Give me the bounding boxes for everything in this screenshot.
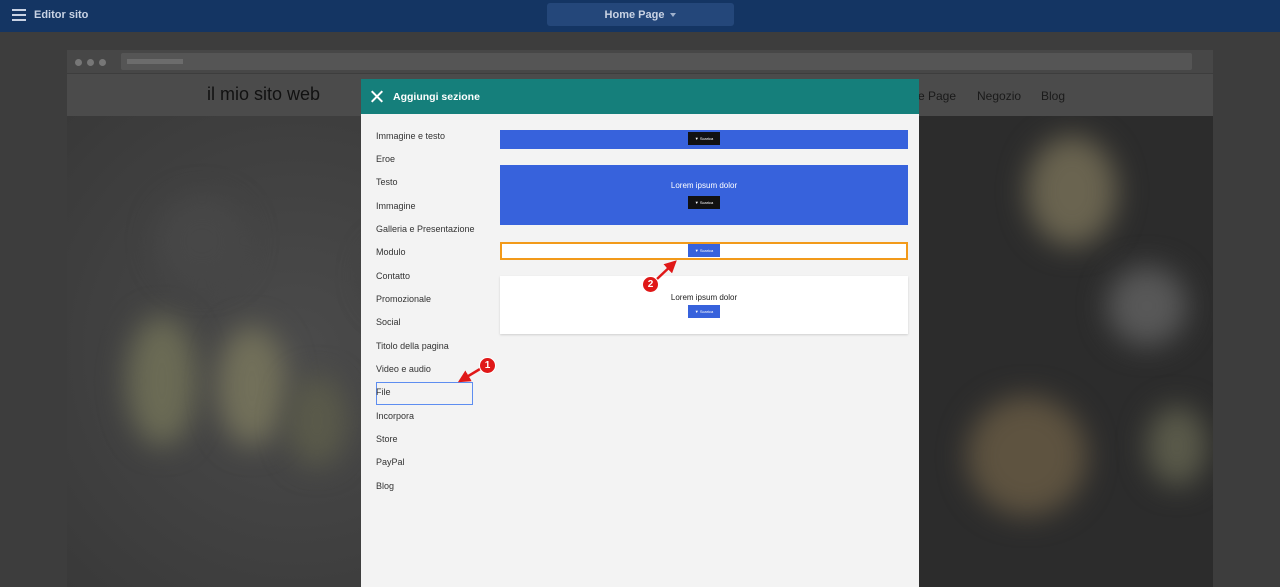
annotation-marker-1: 1 <box>479 357 496 374</box>
annotation-marker-2: 2 <box>642 276 659 293</box>
annotation-arrows <box>457 260 677 383</box>
arrow-1-icon <box>457 367 481 383</box>
arrow-2-icon <box>656 260 677 280</box>
